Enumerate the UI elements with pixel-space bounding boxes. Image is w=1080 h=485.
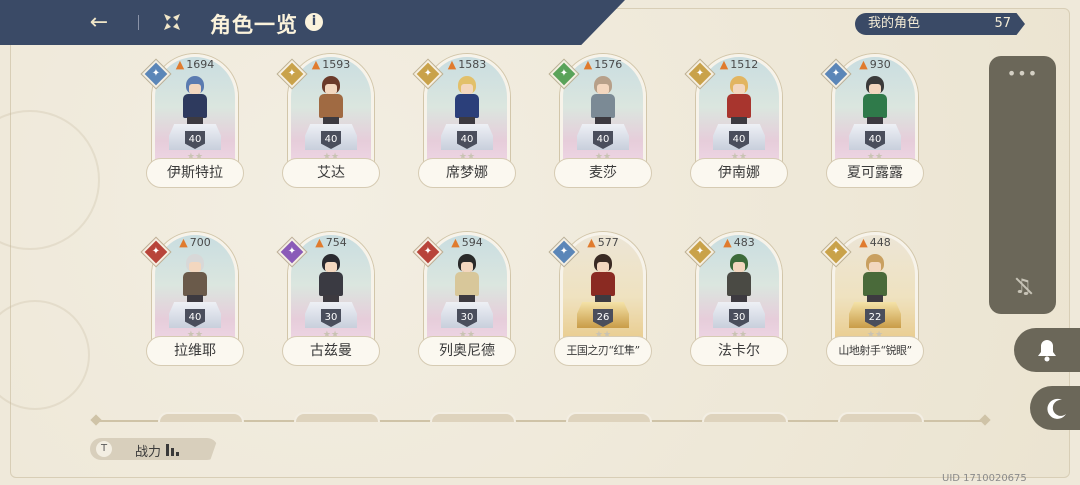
character-sprite (177, 76, 213, 128)
character-sprite (313, 76, 349, 128)
sort-order-icon (166, 444, 179, 456)
character-name: 古兹曼 (282, 336, 380, 366)
power-number: 700 (189, 236, 211, 249)
info-icon[interactable]: i (305, 13, 323, 31)
character-name: 艾达 (282, 158, 380, 188)
character-name: 伊南娜 (690, 158, 788, 188)
header-divider (138, 15, 139, 30)
character-name: 麦莎 (554, 158, 652, 188)
character-name: 法卡尔 (690, 336, 788, 366)
power-number: 1576 (594, 58, 623, 71)
character-name: 伊斯特拉 (146, 158, 244, 188)
power-number: 448 (869, 236, 891, 249)
card-peek[interactable] (430, 412, 516, 422)
character-card[interactable]: ▲ 577 ✦ 26 ★★ 王国之刃“红隼” (549, 232, 654, 382)
character-sprite (857, 76, 893, 128)
character-sprite (313, 254, 349, 306)
character-sprite (721, 254, 757, 306)
character-card[interactable]: ▲ 754 ✦ 30 ★★ 古兹曼 (277, 232, 382, 382)
card-peek[interactable] (158, 412, 244, 422)
notification-button[interactable] (1014, 328, 1080, 372)
sort-label: 战力 (135, 445, 162, 460)
sort-type-icon: T (96, 441, 112, 457)
card-peek[interactable] (702, 412, 788, 422)
character-card[interactable]: ▲ 448 ✦ 22 ★★ 山地射手“锐眼” (821, 232, 926, 382)
character-sprite (585, 254, 621, 306)
side-panel: ••• ♫ (989, 56, 1056, 314)
character-name: 夏可露露 (826, 158, 924, 188)
moon-icon (1047, 398, 1066, 419)
flame-icon: ▲ (723, 236, 732, 249)
character-sprite (721, 76, 757, 128)
character-count-badge: 我的角色 57 (855, 13, 1025, 35)
character-name: 拉维耶 (146, 336, 244, 366)
power-number: 1583 (458, 58, 487, 71)
more-icon[interactable]: ••• (989, 64, 1056, 83)
character-card[interactable]: ▲ 1583 ✦ 40 ★★ 席梦娜 (413, 54, 518, 204)
character-sprite (449, 254, 485, 306)
card-peek[interactable] (838, 412, 924, 422)
character-sprite (585, 76, 621, 128)
character-card[interactable]: ▲ 1512 ✦ 40 ★★ 伊南娜 (685, 54, 790, 204)
power-number: 594 (461, 236, 483, 249)
flame-icon: ▲ (311, 58, 321, 71)
page-title: 角色一览 (210, 12, 298, 37)
character-count-label: 我的角色 (868, 16, 921, 31)
music-off-icon[interactable]: ♫ (1011, 274, 1035, 298)
flame-icon: ▲ (447, 58, 457, 71)
bell-icon (1038, 340, 1056, 362)
power-number: 577 (597, 236, 619, 249)
character-card[interactable]: ▲ 594 ✦ 30 ★★ 列奥尼德 (413, 232, 518, 382)
power-number: 754 (325, 236, 347, 249)
grid-icon[interactable] (163, 13, 181, 31)
flame-icon: ▲ (451, 236, 460, 249)
sort-button[interactable]: T 战力 (90, 438, 218, 460)
card-peek[interactable] (566, 412, 652, 422)
flame-icon: ▲ (583, 58, 593, 71)
character-name: 王国之刃“红隼” (554, 336, 652, 366)
character-sprite (857, 254, 893, 306)
flame-icon: ▲ (859, 236, 868, 249)
character-sprite (449, 76, 485, 128)
character-count-value: 57 (994, 16, 1011, 31)
power-number: 930 (869, 58, 891, 71)
character-name: 山地射手“锐眼” (826, 336, 924, 366)
flame-icon: ▲ (719, 58, 729, 71)
power-number: 483 (733, 236, 755, 249)
character-card[interactable]: ▲ 930 ✦ 40 ★★ 夏可露露 (821, 54, 926, 204)
card-peek[interactable] (294, 412, 380, 422)
character-card[interactable]: ▲ 483 ✦ 30 ★★ 法卡尔 (685, 232, 790, 382)
character-card[interactable]: ▲ 1593 ✦ 40 ★★ 艾达 (277, 54, 382, 204)
flame-icon: ▲ (315, 236, 324, 249)
user-id: UID 1710020675 (942, 473, 1027, 484)
flame-icon: ▲ (175, 58, 185, 71)
power-number: 1694 (186, 58, 215, 71)
back-arrow-icon[interactable]: ← (84, 10, 114, 36)
flame-icon: ▲ (859, 58, 868, 71)
character-name: 席梦娜 (418, 158, 516, 188)
power-number: 1512 (730, 58, 759, 71)
power-number: 1593 (322, 58, 351, 71)
character-card[interactable]: ▲ 1694 ✦ 40 ★★ 伊斯特拉 (141, 54, 246, 204)
character-sprite (177, 254, 213, 306)
flame-icon: ▲ (179, 236, 188, 249)
character-card[interactable]: ▲ 1576 ✦ 40 ★★ 麦莎 (549, 54, 654, 204)
flame-icon: ▲ (587, 236, 596, 249)
character-card[interactable]: ▲ 700 ✦ 40 ★★ 拉维耶 (141, 232, 246, 382)
dark-mode-button[interactable] (1030, 386, 1080, 430)
character-name: 列奥尼德 (418, 336, 516, 366)
